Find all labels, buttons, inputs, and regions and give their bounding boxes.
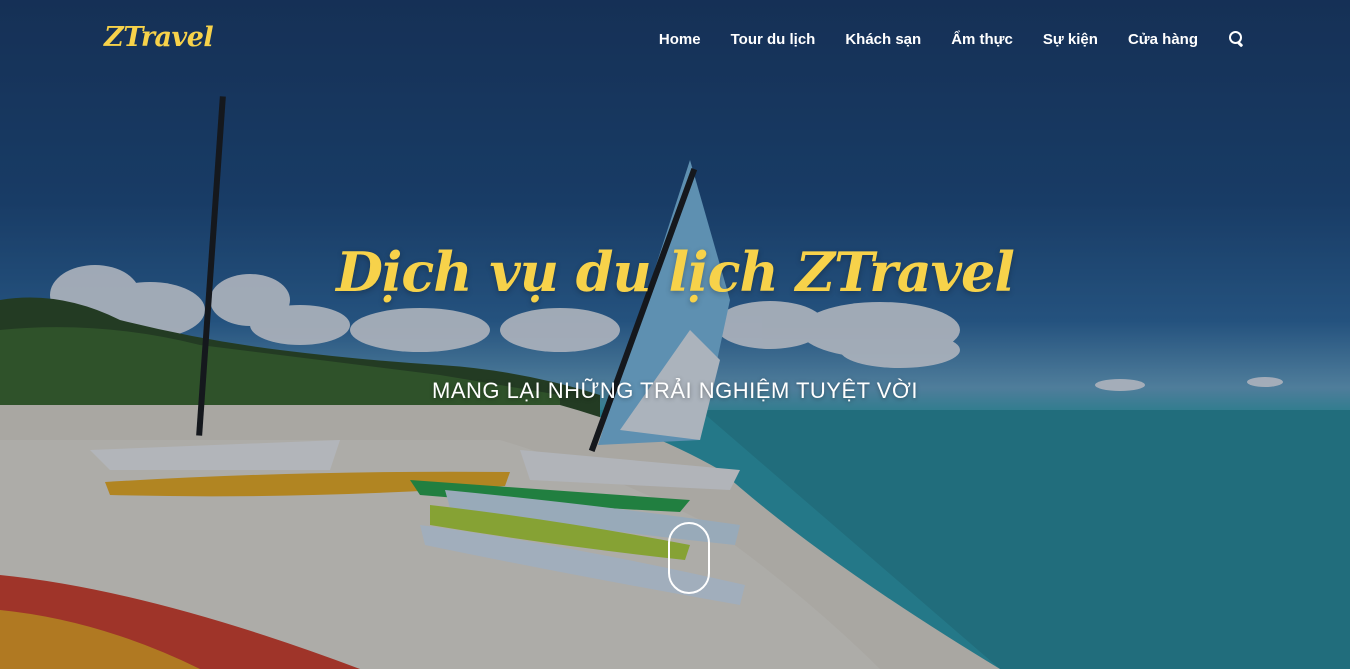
search-icon[interactable] xyxy=(1228,30,1246,48)
nav-item-tours[interactable]: Tour du lịch xyxy=(731,31,816,48)
nav-item-cuisine[interactable]: Ẩm thực xyxy=(951,31,1013,48)
main-nav: Home Tour du lịch Khách sạn Ẩm thực Sự k… xyxy=(659,30,1246,48)
site-logo[interactable]: ZTravel xyxy=(104,22,214,53)
nav-item-home[interactable]: Home xyxy=(659,31,701,48)
nav-item-shop[interactable]: Cửa hàng xyxy=(1128,31,1198,48)
mouse-scroll-icon[interactable] xyxy=(668,522,710,594)
nav-item-hotels[interactable]: Khách sạn xyxy=(845,31,921,48)
hero-title: Dịch vụ du lịch ZTravel xyxy=(336,240,1015,304)
top-navigation-bar: ZTravel Home Tour du lịch Khách sạn Ẩm t… xyxy=(0,0,1350,80)
search-icon-handle xyxy=(1236,41,1244,48)
hero-subtitle: MANG LẠI NHỮNG TRẢI NGHIỆM TUYỆT VỜI xyxy=(432,378,918,403)
nav-item-events[interactable]: Sự kiện xyxy=(1043,31,1098,48)
